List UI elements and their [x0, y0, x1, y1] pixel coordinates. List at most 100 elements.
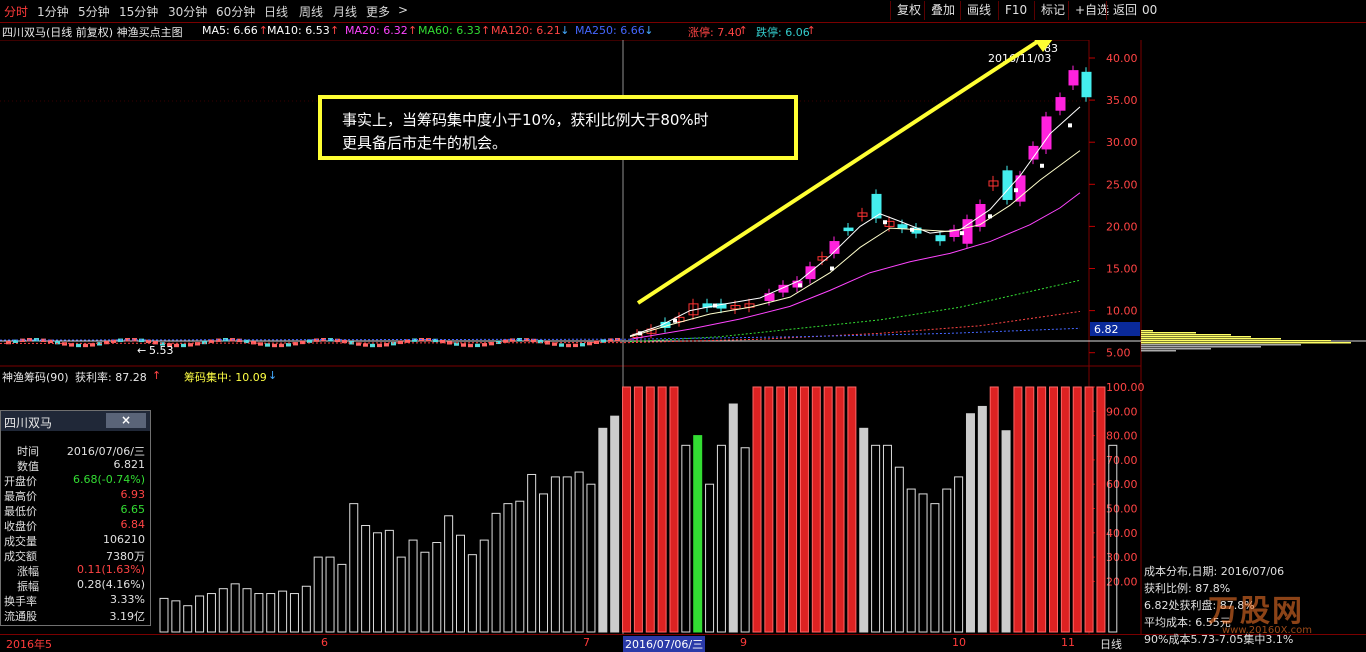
chip-indicator-bar: [456, 534, 465, 633]
ma-arrow-1: ↑: [330, 24, 340, 37]
chip-indicator-bar: [574, 471, 584, 633]
info-label: 最高价: [4, 490, 37, 503]
chip-indicator-bar: [361, 525, 371, 633]
toolbar-button-1[interactable]: 叠加: [924, 1, 961, 20]
candle: [482, 343, 487, 347]
candle: [300, 340, 305, 345]
chip-indicator-bar: [325, 556, 335, 633]
chip-indicator-bar: [254, 593, 264, 633]
signal-dot: [638, 331, 642, 336]
period-tab-8[interactable]: 月线: [333, 3, 357, 20]
chip-indicator-bar: [799, 386, 809, 633]
info-panel-header[interactable]: 四川双马 ×: [1, 411, 150, 431]
period-tab-0[interactable]: 分时: [4, 3, 28, 20]
candle: [377, 343, 382, 348]
info-row: 收盘价 6.84: [1, 518, 150, 533]
ma-item-2: MA20: 6.32: [345, 24, 408, 37]
chip-indicator-bar: [906, 488, 916, 633]
info-label: 流通股: [4, 610, 37, 623]
profit-rate: 获利率: 87.28: [75, 371, 147, 384]
toolbar-button-3[interactable]: F10: [998, 1, 1033, 20]
candle: [1002, 170, 1013, 200]
candle: [174, 343, 179, 348]
period-tab-2[interactable]: 5分钟: [78, 3, 110, 20]
chip-indicator-bar: [349, 503, 359, 633]
ma-arrow-7: ↑: [806, 24, 816, 37]
chip-indicator-bar: [622, 386, 632, 633]
period-tab-5[interactable]: 60分钟: [216, 3, 255, 20]
chip-indicator-bar: [242, 588, 252, 633]
chip-indicator-bar: [515, 500, 525, 633]
cost-dist-title: 成本分布,日期: 2016/07/06: [1144, 565, 1285, 578]
candle: [97, 342, 102, 346]
profit-arrow: ↑: [152, 369, 162, 382]
ma-arrow-5: ↓: [644, 24, 654, 37]
price-tick-label: 25.00: [1106, 178, 1138, 191]
chip-indicator-bar: [942, 488, 952, 633]
toolbar-button-0[interactable]: 复权: [890, 1, 927, 20]
period-tab-1[interactable]: 1分钟: [37, 3, 69, 20]
candle: [279, 343, 284, 348]
info-row: 流通股 3.19亿: [1, 608, 150, 623]
chip-indicator-bar: [728, 403, 738, 633]
chip-indicator-bar: [598, 427, 608, 633]
info-value: 7380万: [106, 550, 145, 563]
period-tab-4[interactable]: 30分钟: [168, 3, 207, 20]
chip-indicator-bar: [444, 515, 454, 633]
ma-arrow-3: ↑: [481, 24, 491, 37]
chip-indicator-bar: [1096, 386, 1106, 633]
period-tab-9[interactable]: 更多: [366, 3, 390, 20]
chip-indicator-bar: [562, 476, 572, 633]
chip-indicator-bar: [669, 386, 679, 633]
info-row: 换手率 3.33%: [1, 593, 150, 608]
chip-indicator-bar: [645, 386, 655, 633]
chip-indicator-bar: [230, 583, 240, 633]
conc-arrow: ↓: [268, 369, 278, 382]
info-row: 成交额 7380万: [1, 548, 150, 563]
toolbar-button-6[interactable]: 返回: [1106, 1, 1143, 20]
chip-indicator-bar: [657, 386, 667, 633]
price-tick-label: 40.00: [1106, 52, 1138, 65]
chip-bar: [1141, 350, 1176, 352]
date-label-2: 7: [583, 636, 590, 649]
chip-indicator-bar: [693, 435, 703, 633]
ind-tick-label: 30.00: [1106, 551, 1138, 564]
chip-indicator-bar: [183, 605, 193, 633]
period-tab-3[interactable]: 15分钟: [119, 3, 158, 20]
candle: [398, 340, 403, 345]
candle: [475, 343, 480, 348]
toolbar-button-2[interactable]: 画线: [960, 1, 997, 20]
close-button[interactable]: ×: [106, 413, 146, 428]
candle: [468, 343, 473, 348]
candle: [272, 343, 277, 348]
chip-indicator-bar: [835, 386, 845, 633]
candle: [83, 343, 88, 348]
candle: [202, 340, 207, 345]
chip-indicator-bar: [716, 444, 726, 633]
chip-indicator-bar: [705, 483, 715, 633]
info-label: 数值: [17, 460, 39, 473]
chip-indicator-bar: [1072, 386, 1082, 633]
chip-indicator-bar: [977, 405, 987, 633]
period-tab-7[interactable]: 周线: [299, 3, 323, 20]
chip-bar: [1141, 336, 1251, 338]
candle: [843, 227, 854, 232]
toolbar-button-4[interactable]: 标记: [1034, 1, 1071, 20]
chip-indicator-bar: [681, 444, 691, 633]
info-value: 6.65: [120, 503, 146, 516]
chip-bar: [1141, 346, 1261, 348]
chevron-right-icon[interactable]: >: [398, 3, 408, 17]
chip-indicator-bar: [503, 503, 513, 633]
ma-item-3: MA60: 6.33: [418, 24, 481, 37]
period-tab-6[interactable]: 日线: [264, 3, 288, 20]
info-value: 0.11(1.63%): [76, 563, 145, 576]
chip-indicator-bar: [432, 542, 442, 633]
date-label-4: 9: [740, 636, 747, 649]
ma250-line: [0, 327, 1081, 341]
info-label: 成交量: [4, 535, 37, 548]
chart-title: 四川双马(日线 前复权) 神渔买点主图: [2, 26, 183, 39]
signal-dot: [713, 303, 717, 308]
chip-indicator-bar: [633, 386, 643, 633]
chip-indicator-bar: [989, 386, 999, 633]
ma-item-5: MA250: 6.66: [575, 24, 645, 37]
